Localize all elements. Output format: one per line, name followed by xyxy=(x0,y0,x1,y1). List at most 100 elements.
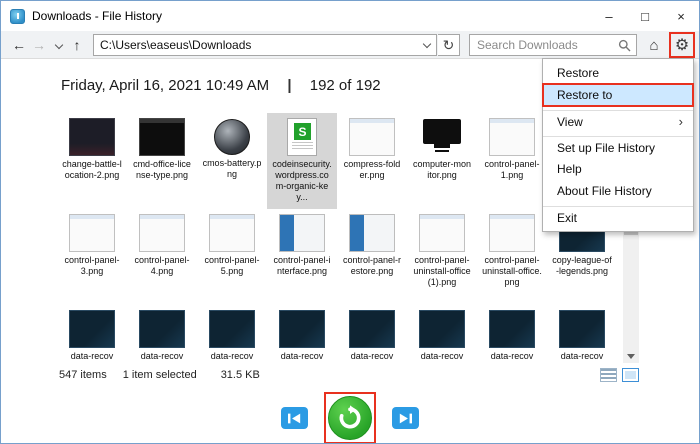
file-item[interactable]: change-battle-location-2.png xyxy=(57,113,127,209)
file-name: computer-monitor.png xyxy=(412,159,472,181)
minimize-button[interactable]: – xyxy=(591,1,627,31)
file-item[interactable]: cmd-office-license-type.png xyxy=(127,113,197,209)
toolbar: ← → ↑ C:\Users\easeus\Downloads ↻ Search… xyxy=(1,31,699,59)
file-thumbnail xyxy=(69,118,115,156)
file-item[interactable]: codeinsecurity.wordpress.com-organic-key… xyxy=(267,113,337,209)
file-thumbnail xyxy=(489,310,535,348)
file-name: control-panel-uninstall-office (1).png xyxy=(412,255,472,288)
file-item[interactable]: data-recov xyxy=(197,305,267,363)
file-thumbnail xyxy=(279,214,325,252)
search-box[interactable]: Search Downloads xyxy=(469,34,637,56)
menu-item-label: Restore xyxy=(557,66,599,80)
up-button[interactable]: ↑ xyxy=(67,33,87,57)
file-item[interactable]: data-recov xyxy=(337,305,407,363)
file-thumbnail xyxy=(214,119,250,155)
file-item[interactable]: control-panel-4.png xyxy=(127,209,197,305)
file-history-window: Downloads - File History – □ × ← → ↑ C:\… xyxy=(0,0,700,444)
recent-locations-chevron[interactable] xyxy=(49,33,69,57)
address-bar[interactable]: C:\Users\easeus\Downloads xyxy=(93,34,437,56)
file-name: control-panel-1.png xyxy=(482,159,542,181)
file-thumbnail xyxy=(139,118,185,156)
details-view-button[interactable] xyxy=(600,368,617,382)
file-item[interactable]: control-panel-1.png xyxy=(477,113,547,209)
file-item[interactable]: compress-folder.png xyxy=(337,113,407,209)
scroll-down-arrow-icon[interactable] xyxy=(623,348,639,363)
file-thumbnail xyxy=(349,310,395,348)
search-placeholder: Search Downloads xyxy=(477,38,618,52)
refresh-button[interactable]: ↻ xyxy=(438,34,460,56)
restore-controls xyxy=(1,391,699,444)
file-item[interactable]: data-recov xyxy=(477,305,547,363)
menu-item-label: Exit xyxy=(557,211,577,225)
menu-item[interactable]: Exit xyxy=(543,206,693,228)
file-thumbnail xyxy=(209,310,255,348)
file-item[interactable]: control-panel-3.png xyxy=(57,209,127,305)
file-history-app-icon xyxy=(10,9,25,24)
file-name: control-panel-3.png xyxy=(62,255,122,277)
file-item[interactable]: data-recov xyxy=(547,305,617,363)
file-thumbnail xyxy=(287,118,317,156)
menu-item[interactable]: View › xyxy=(543,110,693,132)
settings-gear-button[interactable]: ⚙ xyxy=(669,32,695,58)
menu-item[interactable]: Restore to xyxy=(543,84,693,106)
home-button[interactable]: ⌂ xyxy=(642,33,666,57)
file-name: codeinsecurity.wordpress.com-organic-key… xyxy=(272,159,332,203)
snapshot-position: 192 of 192 xyxy=(310,77,381,94)
selection-count: 1 item selected xyxy=(123,369,197,381)
file-name: cmd-office-license-type.png xyxy=(132,159,192,181)
window-controls: – □ × xyxy=(591,1,699,31)
file-item[interactable]: control-panel-5.png xyxy=(197,209,267,305)
file-name: control-panel-uninstall-office.png xyxy=(482,255,542,288)
file-item[interactable]: data-recov xyxy=(267,305,337,363)
menu-item[interactable]: Restore xyxy=(543,62,693,84)
menu-item-label: About File History xyxy=(557,184,652,198)
file-item[interactable]: cmos-battery.png xyxy=(197,113,267,209)
file-item[interactable]: control-panel-restore.png xyxy=(337,209,407,305)
file-thumbnail xyxy=(489,214,535,252)
back-button[interactable]: ← xyxy=(9,33,29,57)
snapshot-date: Friday, April 16, 2021 10:49 AM xyxy=(61,77,269,94)
file-name: data-recov xyxy=(342,351,402,362)
skip-next-icon xyxy=(397,412,414,425)
file-thumbnail xyxy=(69,310,115,348)
menu-item-label: Set up File History xyxy=(557,141,655,155)
forward-button[interactable]: → xyxy=(29,33,49,57)
file-name: control-panel-interface.png xyxy=(272,255,332,277)
file-thumbnail xyxy=(489,118,535,156)
file-item[interactable]: control-panel-uninstall-office (1).png xyxy=(407,209,477,305)
file-item[interactable]: data-recov xyxy=(127,305,197,363)
file-name: compress-folder.png xyxy=(342,159,402,181)
header-separator: | xyxy=(287,77,291,94)
file-name: data-recov xyxy=(202,351,262,362)
menu-item-label: Restore to xyxy=(557,88,612,102)
settings-menu: Restore Restore to View › Set up File Hi… xyxy=(542,58,694,232)
file-name: data-recov xyxy=(412,351,472,362)
submenu-arrow-icon: › xyxy=(679,114,683,129)
file-item[interactable]: data-recov xyxy=(407,305,477,363)
file-thumbnail xyxy=(419,310,465,348)
titlebar: Downloads - File History – □ × xyxy=(1,1,699,31)
menu-item[interactable]: Help xyxy=(543,158,693,180)
statusbar: 547 items 1 item selected 31.5 KB xyxy=(59,367,639,383)
file-thumbnail xyxy=(139,310,185,348)
file-item[interactable]: computer-monitor.png xyxy=(407,113,477,209)
address-dropdown-chevron-icon[interactable] xyxy=(423,39,431,47)
previous-version-button[interactable] xyxy=(281,407,308,429)
thumbnail-view-button[interactable] xyxy=(622,368,639,382)
file-item[interactable]: control-panel-interface.png xyxy=(267,209,337,305)
close-button[interactable]: × xyxy=(663,1,699,31)
restore-button[interactable] xyxy=(328,396,372,440)
menu-item[interactable]: Set up File History xyxy=(543,136,693,158)
menu-item[interactable]: About File History xyxy=(543,180,693,202)
file-name: control-panel-4.png xyxy=(132,255,192,277)
file-name: change-battle-location-2.png xyxy=(62,159,122,181)
next-version-button[interactable] xyxy=(392,407,419,429)
file-thumbnail xyxy=(209,214,255,252)
file-thumbnail xyxy=(419,118,465,156)
address-text: C:\Users\easeus\Downloads xyxy=(100,38,251,52)
file-name: control-panel-restore.png xyxy=(342,255,402,277)
file-item[interactable]: control-panel-uninstall-office.png xyxy=(477,209,547,305)
maximize-button[interactable]: □ xyxy=(627,1,663,31)
file-item[interactable]: data-recov xyxy=(57,305,127,363)
file-name: data-recov xyxy=(62,351,122,362)
